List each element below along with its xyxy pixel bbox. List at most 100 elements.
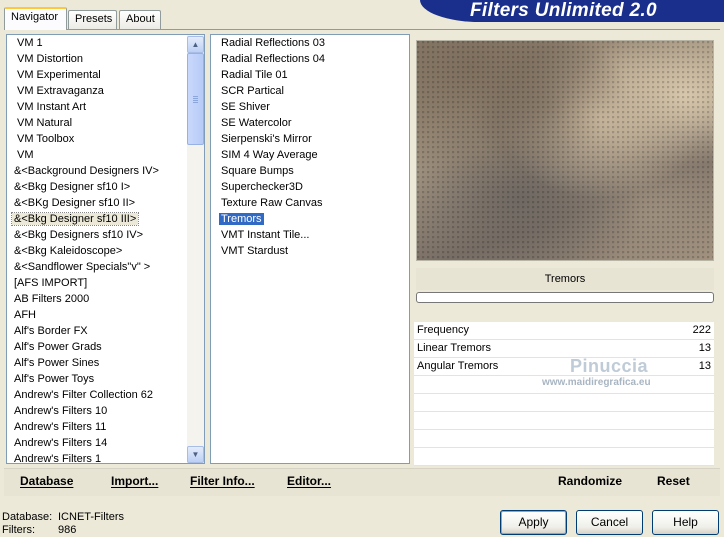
parameter-value[interactable]: 13 <box>699 342 711 354</box>
category-item[interactable]: Andrew's Filters 1 <box>7 451 204 464</box>
category-label: VM Extravaganza <box>17 85 104 97</box>
status-filters-value: 986 <box>58 524 77 536</box>
filter-label: Radial Reflections 04 <box>221 53 325 65</box>
tab-presets[interactable]: Presets <box>68 10 117 29</box>
category-label: Alf's Power Grads <box>14 341 102 353</box>
category-item[interactable]: Andrew's Filter Collection 62 <box>7 387 204 403</box>
watermark-name: Pinuccia <box>570 356 649 376</box>
parameter-row[interactable]: Frequency 222 <box>414 322 714 340</box>
category-label: &<BKg Designer sf10 II> <box>14 197 136 209</box>
category-item[interactable]: VM Instant Art <box>7 99 204 115</box>
category-item[interactable]: &<Bkg Kaleidoscope> <box>7 243 204 259</box>
filter-label: VMT Stardust <box>221 245 289 257</box>
scroll-up-icon[interactable]: ▲ <box>187 36 204 53</box>
filter-label: Square Bumps <box>221 165 294 177</box>
filter-item[interactable]: SIM 4 Way Average <box>211 147 409 163</box>
tab-navigator[interactable]: Navigator <box>4 7 67 30</box>
category-item[interactable]: VM 1 <box>7 35 204 51</box>
category-item[interactable]: &<Background Designers IV> <box>7 163 204 179</box>
category-label: AFH <box>14 309 36 321</box>
category-item[interactable]: VM Distortion <box>7 51 204 67</box>
category-item[interactable]: AFH <box>7 307 204 323</box>
category-label: &<Sandflower Specials"v" > <box>14 261 151 273</box>
reset-button[interactable]: Reset <box>657 474 690 488</box>
filter-item[interactable]: Sierpenski's Mirror <box>211 131 409 147</box>
filter-item[interactable]: Tremors <box>211 211 409 227</box>
category-label: Andrew's Filter Collection 62 <box>14 389 154 401</box>
filter-label: Tremors <box>219 213 264 225</box>
filter-item[interactable]: Radial Reflections 03 <box>211 35 409 51</box>
parameter-row[interactable]: Linear Tremors 13 <box>414 340 714 358</box>
category-label: &<Bkg Kaleidoscope> <box>14 245 123 257</box>
filter-item[interactable]: Superchecker3D <box>211 179 409 195</box>
category-list[interactable]: VM 1 VM Distortion VM Experimental VM Extra… <box>6 34 205 464</box>
apply-button[interactable]: Apply <box>500 510 567 535</box>
category-scrollbar[interactable]: ▲ ▼ <box>187 35 204 463</box>
category-item[interactable]: &<Bkg Designers sf10 IV> <box>7 227 204 243</box>
filter-item[interactable]: SCR Partical <box>211 83 409 99</box>
category-item[interactable]: &<Sandflower Specials"v" > <box>7 259 204 275</box>
category-item[interactable]: VM Experimental <box>7 67 204 83</box>
category-item[interactable]: &<Bkg Designer sf10 I> <box>7 179 204 195</box>
category-label: VM 1 <box>17 37 43 49</box>
preview-image <box>416 40 714 261</box>
filter-item[interactable]: VMT Instant Tile... <box>211 227 409 243</box>
preview-filter-name: Tremors <box>416 268 714 290</box>
filter-label: Radial Tile 01 <box>221 69 288 81</box>
tab-about[interactable]: About <box>119 10 161 29</box>
category-label: VM Distortion <box>17 53 84 65</box>
filter-item[interactable]: Texture Raw Canvas <box>211 195 409 211</box>
category-item[interactable]: Andrew's Filters 10 <box>7 403 204 419</box>
category-label: VM Toolbox <box>17 133 75 145</box>
category-item[interactable]: [AFS IMPORT] <box>7 275 204 291</box>
filter-label: SE Shiver <box>221 101 270 113</box>
category-item[interactable]: VM Natural <box>7 115 204 131</box>
filter-item[interactable]: SE Watercolor <box>211 115 409 131</box>
parameter-label: Angular Tremors <box>417 360 499 372</box>
category-item[interactable]: &<Bkg Designer sf10 III> <box>7 211 204 227</box>
category-label: Andrew's Filters 1 <box>14 453 102 464</box>
category-label: VM Experimental <box>17 69 101 81</box>
filter-item[interactable]: Radial Reflections 04 <box>211 51 409 67</box>
scroll-down-icon[interactable]: ▼ <box>187 446 204 463</box>
filter-item[interactable]: Radial Tile 01 <box>211 67 409 83</box>
parameter-row[interactable]: Angular Tremors 13 <box>414 358 714 376</box>
filter-label: Superchecker3D <box>221 181 303 193</box>
scroll-thumb[interactable] <box>187 53 204 145</box>
filter-label: Radial Reflections 03 <box>221 37 325 49</box>
status-database-label: Database: <box>2 511 53 523</box>
cancel-button[interactable]: Cancel <box>576 510 643 535</box>
category-item[interactable]: Alf's Power Sines <box>7 355 204 371</box>
import-button[interactable]: Import... <box>111 474 158 488</box>
category-item[interactable]: VM <box>7 147 204 163</box>
category-item[interactable]: VM Extravaganza <box>7 83 204 99</box>
randomize-button[interactable]: Randomize <box>558 474 622 488</box>
filter-info-button[interactable]: Filter Info... <box>190 474 255 488</box>
filter-label: Texture Raw Canvas <box>221 197 323 209</box>
help-button[interactable]: Help <box>652 510 719 535</box>
category-item[interactable]: VM Toolbox <box>7 131 204 147</box>
database-button[interactable]: Database <box>20 474 73 488</box>
category-label: &<Background Designers IV> <box>14 165 159 177</box>
category-item[interactable]: Alf's Border FX <box>7 323 204 339</box>
filter-item[interactable]: Square Bumps <box>211 163 409 179</box>
filter-item[interactable]: VMT Stardust <box>211 243 409 259</box>
category-item[interactable]: AB Filters 2000 <box>7 291 204 307</box>
filter-list[interactable]: Radial Reflections 03 Radial Reflections … <box>210 34 410 464</box>
parameter-value[interactable]: 13 <box>699 360 711 372</box>
parameter-panel: Frequency 222 Linear Tremors 13 Angular Trem… <box>414 322 714 466</box>
category-item[interactable]: Alf's Power Grads <box>7 339 204 355</box>
category-item[interactable]: Andrew's Filters 11 <box>7 419 204 435</box>
category-label: [AFS IMPORT] <box>14 277 88 289</box>
category-label: &<Bkg Designers sf10 IV> <box>14 229 144 241</box>
parameter-row <box>414 394 714 412</box>
category-item[interactable]: Andrew's Filters 14 <box>7 435 204 451</box>
editor-button[interactable]: Editor... <box>287 474 331 488</box>
category-label: VM Natural <box>17 117 73 129</box>
parameter-label: Linear Tremors <box>417 342 491 354</box>
parameter-value[interactable]: 222 <box>693 324 711 336</box>
category-item[interactable]: &<BKg Designer sf10 II> <box>7 195 204 211</box>
progress-bar <box>416 292 714 303</box>
category-item[interactable]: Alf's Power Toys <box>7 371 204 387</box>
filter-item[interactable]: SE Shiver <box>211 99 409 115</box>
